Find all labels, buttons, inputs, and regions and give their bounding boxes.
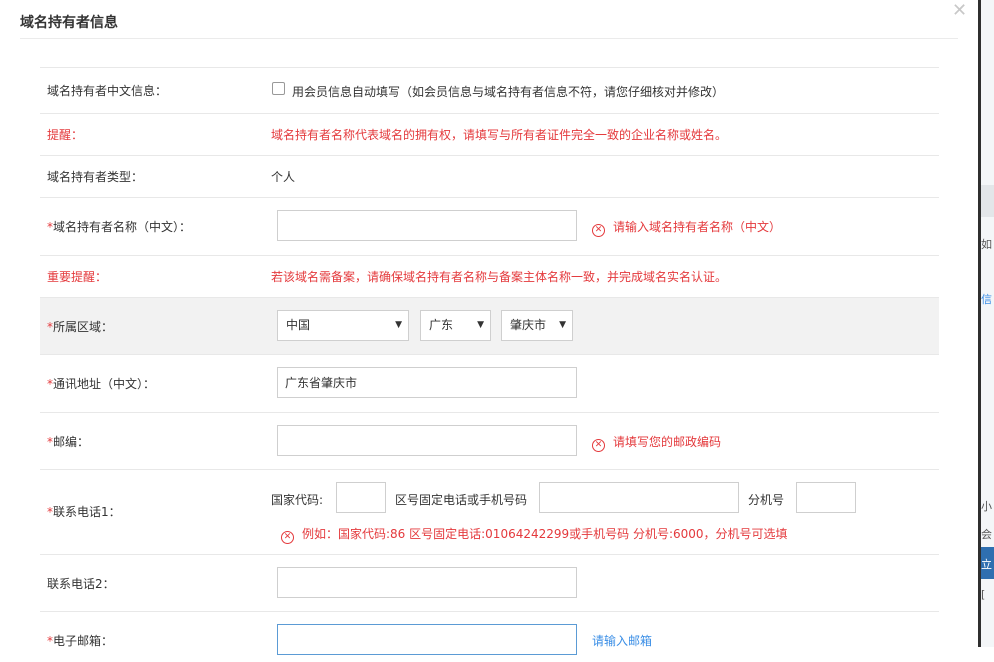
background-text: 小 xyxy=(981,500,992,513)
title-divider xyxy=(20,38,958,39)
phone1-label-text: 联系电话1： xyxy=(53,505,121,519)
error-icon: ✕ xyxy=(592,439,605,452)
city-select-value: 肇庆市 xyxy=(510,318,547,332)
autofill-checkbox-text[interactable]: 用会员信息自动填写（如会员信息与域名持有者信息不符，请您仔细核对并修改） xyxy=(292,83,724,100)
dialog-title: 域名持有者信息 xyxy=(20,15,118,31)
holder-type-label: 域名持有者类型： xyxy=(47,170,144,184)
country-select-value: 中国 xyxy=(286,318,311,332)
background-text: [ xyxy=(981,588,986,601)
chinese-info-label: 域名持有者中文信息： xyxy=(47,84,168,98)
reminder-text: 域名持有者名称代表域名的拥有权，请填写与所有者证件完全一致的企业名称或姓名。 xyxy=(271,128,728,142)
email-label-text: 电子邮箱： xyxy=(53,634,114,648)
background-text: 如 xyxy=(981,238,992,251)
background-text: 信 xyxy=(981,293,992,306)
holder-name-error: ✕ 请输入域名持有者名称（中文） xyxy=(592,218,781,237)
extension-label: 分机号 xyxy=(748,493,785,507)
important-reminder-label: 重要提醒： xyxy=(47,270,108,284)
country-code-label: 国家代码: xyxy=(271,493,324,507)
phone2-input[interactable] xyxy=(277,567,577,598)
chevron-down-icon: ▼ xyxy=(477,320,484,330)
row-region: *所属区域： 中国 ▼ 广东 ▼ 肇庆市 ▼ xyxy=(40,297,939,354)
country-code-input[interactable] xyxy=(336,482,386,513)
domain-holder-dialog: 域名持有者信息 ✕ 域名持有者中文信息： 用会员信息自动填写（如会员信息与域名持… xyxy=(0,0,978,655)
chevron-down-icon: ▼ xyxy=(559,320,566,330)
region-label-text: 所属区域： xyxy=(53,320,114,334)
row-reminder: 提醒： 域名持有者名称代表域名的拥有权，请填写与所有者证件完全一致的企业名称或姓… xyxy=(40,113,939,155)
row-chinese-info: 域名持有者中文信息： 用会员信息自动填写（如会员信息与域名持有者信息不符，请您仔… xyxy=(40,67,939,113)
phone-number-input[interactable] xyxy=(539,482,739,513)
holder-type-value: 个人 xyxy=(271,170,296,184)
city-select[interactable]: 肇庆市 ▼ xyxy=(501,310,573,341)
postcode-error: ✕ 请填写您的邮政编码 xyxy=(592,433,721,452)
address-label: *通讯地址（中文）： xyxy=(47,375,155,392)
province-select-value: 广东 xyxy=(429,318,454,332)
phone-number-label: 区号固定电话或手机号码 xyxy=(395,493,528,507)
extension-input[interactable] xyxy=(796,482,856,513)
background-text: 立 xyxy=(981,558,992,571)
postcode-label-text: 邮编： xyxy=(53,435,90,449)
province-select[interactable]: 广东 ▼ xyxy=(420,310,491,341)
background-page-fragment: 如 信 小 会 立 [ xyxy=(981,0,994,647)
holder-name-error-text: 请输入域名持有者名称（中文） xyxy=(613,220,782,234)
country-select[interactable]: 中国 ▼ xyxy=(277,310,409,341)
row-address: *通讯地址（中文）： xyxy=(40,354,939,412)
chevron-down-icon: ▼ xyxy=(395,320,402,330)
phone1-error-text: 例如：国家代码:86 区号固定电话:01064242299或手机号码 分机号:6… xyxy=(302,527,788,541)
error-icon: ✕ xyxy=(592,224,605,237)
email-hint: 请输入邮箱 xyxy=(592,634,653,648)
row-phone1: *联系电话1： 国家代码: 区号固定电话或手机号码 分机号 ✕ 例如：国家代码:8… xyxy=(40,469,939,554)
phone1-label: *联系电话1： xyxy=(47,503,121,520)
reminder-label: 提醒： xyxy=(47,128,84,142)
holder-name-label: *域名持有者名称（中文）： xyxy=(47,218,191,235)
phone2-label: 联系电话2： xyxy=(47,577,115,591)
autofill-checkbox[interactable] xyxy=(272,82,285,95)
address-label-text: 通讯地址（中文）： xyxy=(53,377,156,391)
phone1-error: ✕ 例如：国家代码:86 区号固定电话:01064242299或手机号码 分机号:… xyxy=(281,525,788,544)
postcode-error-text: 请填写您的邮政编码 xyxy=(613,435,722,449)
row-holder-name: *域名持有者名称（中文）： ✕ 请输入域名持有者名称（中文） xyxy=(40,197,939,255)
email-input[interactable] xyxy=(277,624,577,655)
background-text: 会 xyxy=(981,528,992,541)
address-input[interactable] xyxy=(277,367,577,398)
row-postcode: *邮编： ✕ 请填写您的邮政编码 xyxy=(40,412,939,469)
background-block xyxy=(981,185,994,217)
postcode-input[interactable] xyxy=(277,425,577,456)
holder-name-label-text: 域名持有者名称（中文）： xyxy=(53,220,192,234)
error-icon: ✕ xyxy=(281,531,294,544)
important-reminder-text: 若该域名需备案，请确保域名持有者名称与备案主体名称一致，并完成域名实名认证。 xyxy=(271,270,728,284)
row-email: *电子邮箱： 请输入邮箱 xyxy=(40,611,939,662)
row-holder-type: 域名持有者类型： 个人 xyxy=(40,155,939,197)
region-label: *所属区域： xyxy=(47,318,113,335)
email-label: *电子邮箱： xyxy=(47,632,113,649)
holder-form: 域名持有者中文信息： 用会员信息自动填写（如会员信息与域名持有者信息不符，请您仔… xyxy=(40,67,939,662)
close-icon[interactable]: ✕ xyxy=(952,0,967,21)
holder-name-input[interactable] xyxy=(277,210,577,241)
row-important-reminder: 重要提醒： 若该域名需备案，请确保域名持有者名称与备案主体名称一致，并完成域名实… xyxy=(40,255,939,297)
row-phone2: 联系电话2： xyxy=(40,554,939,611)
postcode-label: *邮编： xyxy=(47,433,89,450)
